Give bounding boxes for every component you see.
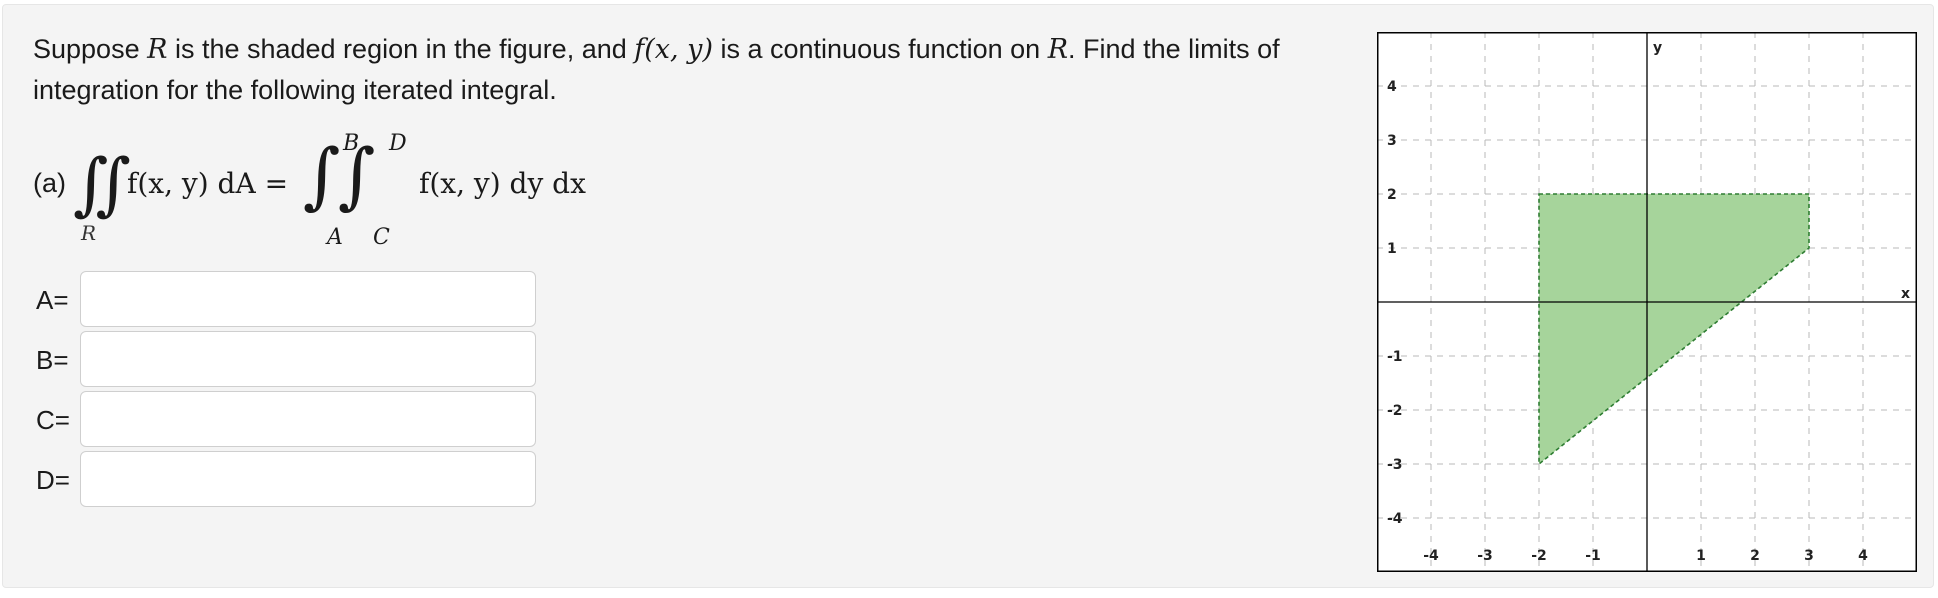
- double-integral-sign: ∬: [73, 145, 131, 224]
- y-tick-label: -3: [1387, 457, 1403, 473]
- answer-input-d[interactable]: [80, 451, 536, 507]
- x-tick-label: -2: [1531, 548, 1547, 564]
- answer-input-b[interactable]: [80, 331, 536, 387]
- answer-row-d: D=: [33, 451, 553, 509]
- x-tick-label: -4: [1423, 548, 1439, 564]
- question-text-part: Suppose: [33, 34, 148, 64]
- x-tick-label: 4: [1858, 548, 1868, 564]
- answer-input-c[interactable]: [80, 391, 536, 447]
- y-tick-label: 4: [1387, 79, 1397, 95]
- answer-input-a[interactable]: [80, 271, 536, 327]
- inner-integral-sign: ∫: [338, 133, 376, 217]
- x-tick-label: 2: [1750, 548, 1760, 564]
- x-tick-label: 1: [1696, 548, 1706, 564]
- limit-c: C: [373, 225, 390, 250]
- shaded-region: [1538, 193, 1810, 466]
- x-axis-label: x: [1901, 286, 1910, 302]
- y-tick-label: 1: [1387, 241, 1397, 257]
- region-subscript: R: [81, 221, 97, 245]
- part-a-equation: (a) ∬ R f(x, y) dA = ∫ B A ∫ D C f(x, y)…: [33, 125, 713, 255]
- integrand-lhs: f(x, y) dA =: [127, 167, 289, 200]
- part-label: (a): [33, 168, 66, 198]
- answer-label: B=: [36, 345, 69, 375]
- question-text-part: is the shaded region in the figure, and: [167, 34, 635, 64]
- answer-row-c: C=: [33, 391, 553, 449]
- y-tick-label: -4: [1387, 511, 1403, 527]
- x-tick-label: 3: [1804, 548, 1814, 564]
- question-text: Suppose R is the shaded region in the fi…: [33, 29, 1283, 110]
- answer-label: A=: [36, 285, 69, 315]
- outer-integral-sign: ∫: [303, 133, 341, 217]
- answer-label: D=: [36, 465, 70, 495]
- limit-a: A: [327, 225, 343, 250]
- question-text-part: is a continuous function on: [712, 34, 1048, 64]
- function-symbol: f(x, y): [634, 34, 713, 65]
- graph-canvas: x y -4 -3 -2 -1 1 2 3 4 4 3 2 1 -1 -2 -3 -4: [1377, 32, 1917, 572]
- y-tick-label: 3: [1387, 133, 1397, 149]
- x-tick-label: -1: [1585, 548, 1601, 564]
- limit-d: D: [389, 131, 407, 156]
- y-tick-label: -2: [1387, 403, 1403, 419]
- integrand-rhs: f(x, y) dy dx: [419, 167, 586, 200]
- answer-row-a: A=: [33, 271, 553, 329]
- question-panel: Suppose R is the shaded region in the fi…: [2, 4, 1934, 588]
- region-symbol: R: [1047, 34, 1069, 65]
- region-symbol: R: [147, 34, 168, 65]
- x-tick-label: -3: [1477, 548, 1493, 564]
- region-graph: x y -4 -3 -2 -1 1 2 3 4 4 3 2 1 -1 -2 -3 -4: [1377, 32, 1917, 572]
- y-tick-label: -1: [1387, 349, 1403, 365]
- answer-row-b: B=: [33, 331, 553, 389]
- y-axis-label: y: [1653, 40, 1662, 56]
- y-tick-label: 2: [1387, 187, 1397, 203]
- answer-label: C=: [36, 405, 70, 435]
